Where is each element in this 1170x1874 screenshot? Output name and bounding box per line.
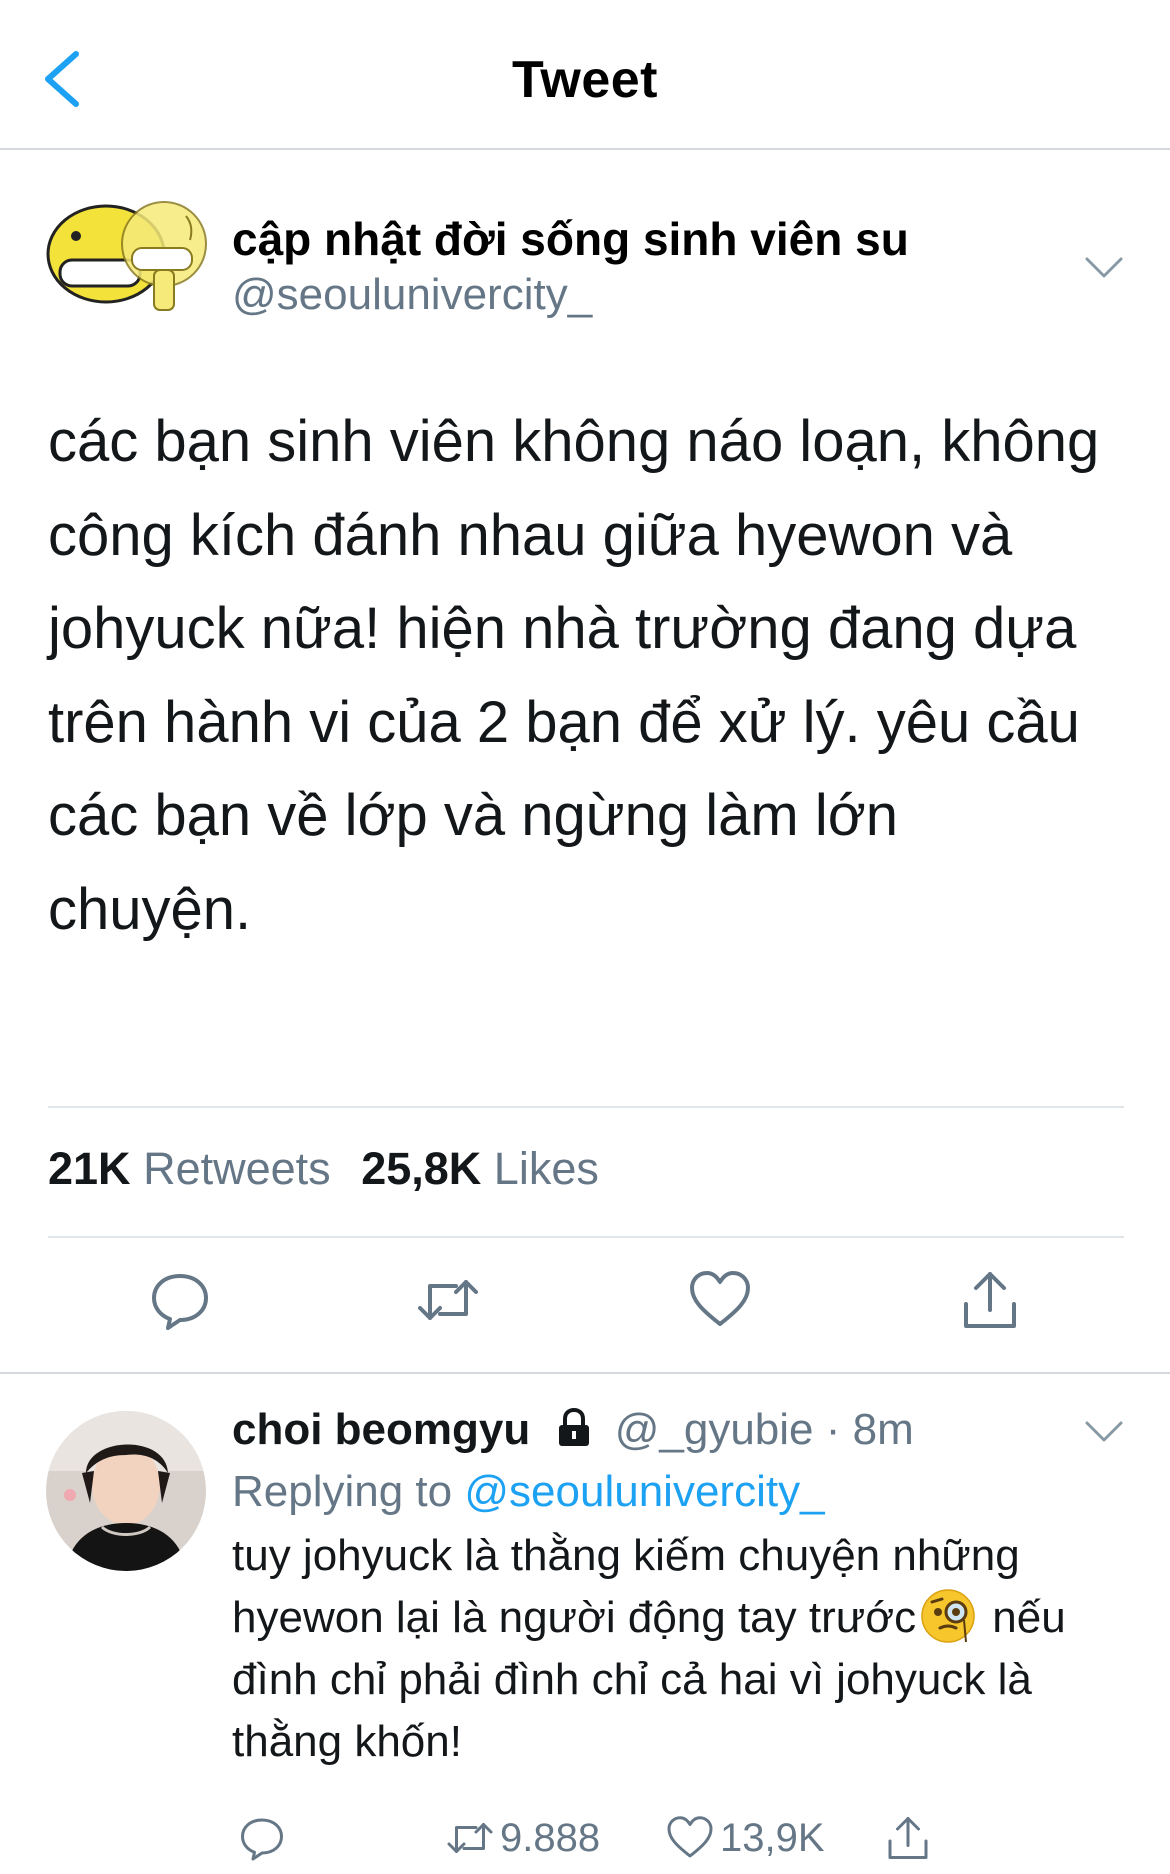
reply-share-button[interactable] [884, 1810, 938, 1866]
reply-text: tuy johyuck là thằng kiếm chuyện những h… [232, 1525, 1142, 1773]
avatar[interactable] [46, 196, 208, 318]
replying-to-link[interactable]: @seoulunivercity_ [464, 1467, 824, 1516]
reply-author-name[interactable]: choi beomgyu [232, 1405, 530, 1454]
reply-header: choi beomgyu @_gyubie · 8m [232, 1405, 914, 1455]
like-icon [667, 1816, 713, 1858]
author-name[interactable]: cập nhật đời sống sinh viên su [232, 212, 909, 266]
lock-icon [559, 1408, 590, 1446]
retweets-label[interactable]: Retweets [143, 1143, 331, 1194]
page-title: Tweet [511, 51, 658, 109]
replying-to: Replying to @seoulunivercity_ [232, 1467, 825, 1517]
share-icon [888, 1817, 928, 1859]
reply-like-button[interactable]: 13,9K [666, 1810, 825, 1866]
separator-dot: · [825, 1405, 841, 1454]
reply-timestamp: 8m [852, 1405, 914, 1454]
share-icon[interactable] [958, 1268, 1022, 1332]
tweet-author: cập nhật đời sống sinh viên su @seouluni… [46, 192, 1126, 332]
chevron-down-icon[interactable] [1084, 256, 1124, 280]
reply-icon[interactable] [148, 1268, 212, 1332]
retweet-count: 9.888 [500, 1815, 601, 1860]
likes-label[interactable]: Likes [494, 1143, 599, 1194]
divider [48, 1106, 1124, 1108]
reply-tweet[interactable]: choi beomgyu @_gyubie · 8m Replying to @… [0, 1375, 1170, 1874]
like-count: 13,9K [720, 1815, 825, 1860]
avatar[interactable] [46, 1411, 206, 1571]
chevron-down-icon[interactable] [1084, 1420, 1124, 1444]
retweet-icon [447, 1823, 493, 1853]
reply-icon [241, 1818, 283, 1861]
reply-reply-button[interactable] [238, 1810, 292, 1866]
reply-text-part1: tuy johyuck là thằng kiếm chuyện những h… [232, 1531, 1020, 1642]
reply-retweet-button[interactable]: 9.888 [446, 1810, 600, 1866]
section-separator [0, 1372, 1170, 1374]
divider [48, 1236, 1124, 1238]
retweets-count[interactable]: 21K [48, 1143, 131, 1194]
likes-count[interactable]: 25,8K [361, 1143, 481, 1194]
replying-to-label: Replying to [232, 1467, 453, 1516]
top-bar: Tweet [0, 0, 1170, 150]
retweet-icon[interactable] [416, 1268, 480, 1332]
reply-author-handle[interactable]: @_gyubie [615, 1405, 814, 1454]
tweet-actions [0, 1268, 1170, 1338]
like-icon[interactable] [688, 1268, 752, 1332]
tweet-stats: 21K Retweets 25,8K Likes [48, 1143, 617, 1195]
reply-actions: 9.888 13,9K [0, 1810, 1170, 1870]
tweet-text: các bạn sinh viên không náo loạn, không … [48, 409, 1100, 942]
author-handle[interactable]: @seoulunivercity_ [232, 270, 592, 320]
face-with-monocle-emoji-icon [921, 1589, 975, 1643]
